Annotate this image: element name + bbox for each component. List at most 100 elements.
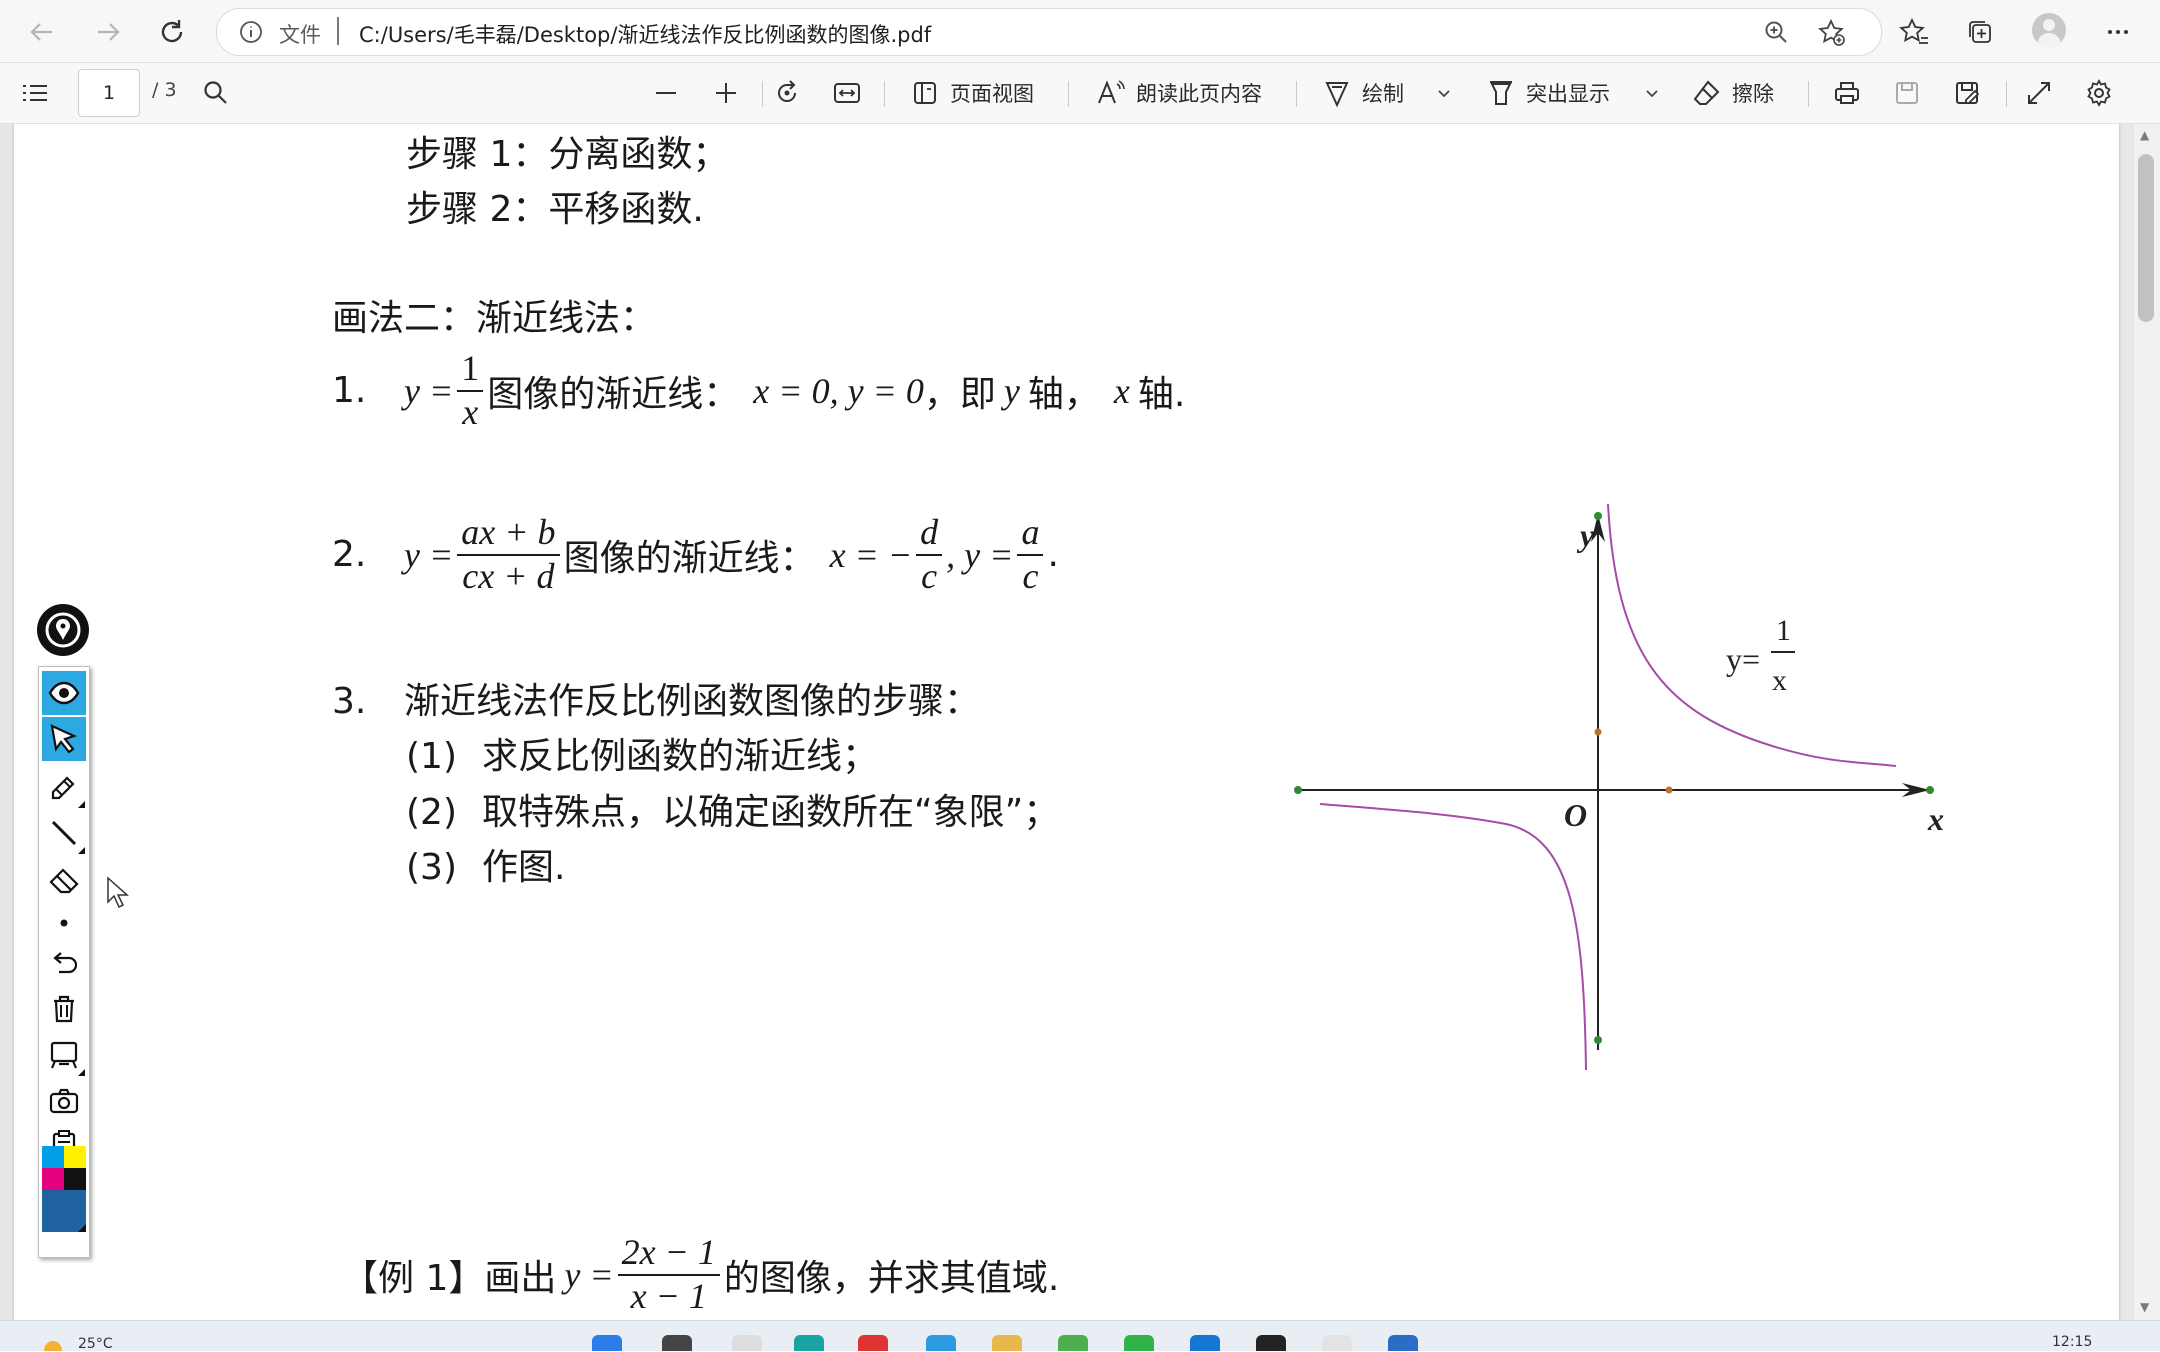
graph-point-y1: [1594, 728, 1602, 736]
taskbar-app-icon[interactable]: [858, 1335, 888, 1351]
delete-button[interactable]: [42, 987, 86, 1031]
back-button[interactable]: [20, 10, 64, 54]
zoom-in-icon[interactable]: [1763, 19, 1789, 45]
profile-avatar[interactable]: [2032, 13, 2066, 47]
info-icon[interactable]: [239, 20, 263, 44]
address-bar[interactable]: 文件 C:/Users/毛丰磊/Desktop/渐近线法作反比例函数的图像.pd…: [216, 8, 1882, 56]
address-divider: [337, 17, 339, 45]
step1-text: 步骤 1：分离函数；: [406, 134, 729, 175]
item2-fraction2: d c: [916, 513, 943, 596]
rotate-button[interactable]: [772, 63, 802, 123]
taskbar-edge-icon[interactable]: [794, 1335, 824, 1351]
annotation-toolbar: [38, 666, 90, 1258]
draw-options-dropdown[interactable]: [1434, 63, 1454, 123]
taskbar-search-icon[interactable]: [662, 1335, 692, 1351]
dot-size-button[interactable]: [42, 901, 86, 945]
pdf-page: 步骤 1：分离函数； 步骤 2：平移函数. 画法二：渐近线法： 1. y = 1…: [14, 124, 2119, 1320]
scrollbar-thumb[interactable]: [2138, 154, 2154, 322]
read-aloud-label: 朗读此页内容: [1136, 82, 1262, 106]
settings-button[interactable]: [2084, 63, 2114, 123]
line-tool-button[interactable]: [42, 811, 86, 855]
eraser-tool-button[interactable]: [42, 857, 86, 901]
collections-icon: [1969, 21, 1991, 43]
save-button[interactable]: [1892, 63, 1922, 123]
erase-button[interactable]: 擦除: [1692, 63, 1774, 123]
vertical-scrollbar[interactable]: ▲ ▼: [2134, 124, 2160, 1320]
taskbar-app-icon[interactable]: [1322, 1335, 1352, 1351]
hyperbola-graph: x y O y= 1 x: [1294, 503, 1944, 1071]
eye-icon: [48, 681, 80, 705]
undo-button[interactable]: [42, 943, 86, 987]
fullscreen-button[interactable]: [2024, 63, 2054, 123]
print-button[interactable]: [1832, 63, 1862, 123]
more-menu-button[interactable]: [2098, 12, 2138, 52]
item2-frac2-den: c: [921, 555, 938, 596]
chevron-down-icon: [1646, 90, 1658, 98]
scroll-up-icon[interactable]: ▲: [2140, 128, 2149, 142]
forward-button[interactable]: [86, 10, 130, 54]
item3-number: 3.: [332, 681, 367, 722]
item3-sub1: (1) 求反比例函数的渐近线；: [406, 727, 878, 779]
start-button[interactable]: [592, 1335, 622, 1351]
taskbar-app-icon[interactable]: [1256, 1335, 1286, 1351]
pen-tool-logo[interactable]: [37, 604, 89, 656]
taskbar-app-icon[interactable]: [732, 1335, 762, 1351]
item1-frac-num: 1: [457, 349, 484, 392]
erase-label: 擦除: [1732, 82, 1774, 106]
fit-width-icon: [834, 83, 860, 103]
taskbar-app-icon[interactable]: [1388, 1335, 1418, 1351]
example1-frac-den: x − 1: [630, 1275, 707, 1316]
find-button[interactable]: [202, 63, 230, 123]
item2-fraction: ax + b cx + d: [457, 513, 560, 596]
func-label-num: 1: [1776, 614, 1791, 647]
item1-y-eq: y =: [404, 370, 454, 411]
item1-y-var: y: [1003, 370, 1020, 411]
taskbar-app-icon[interactable]: [1190, 1335, 1220, 1351]
select-pointer-button[interactable]: [42, 717, 86, 761]
taskbar-app-icon[interactable]: [926, 1335, 956, 1351]
collections-button[interactable]: [1960, 12, 2000, 52]
chevron-down-icon: [1438, 90, 1450, 98]
y-axis-label: y: [1576, 517, 1595, 553]
line-icon: [51, 820, 77, 846]
zoom-in-button[interactable]: [712, 63, 740, 123]
taskbar-app-icon[interactable]: [1058, 1335, 1088, 1351]
color-palette-button[interactable]: [42, 1146, 86, 1232]
whiteboard-button[interactable]: [42, 1033, 86, 1077]
color-swatch-icon: [42, 1146, 86, 1232]
pen-tool-button[interactable]: [42, 765, 86, 809]
view-mode-button[interactable]: [42, 671, 86, 715]
fit-width-button[interactable]: [832, 63, 862, 123]
item2-y-eq: y =: [404, 534, 454, 575]
pen-icon: [51, 776, 75, 800]
draw-button[interactable]: 绘制: [1322, 63, 1404, 123]
weather-icon[interactable]: [40, 1337, 66, 1351]
taskbar-clock[interactable]: 12:15: [2052, 1334, 2092, 1350]
contents-button[interactable]: [20, 63, 50, 123]
scroll-down-icon[interactable]: ▼: [2140, 1300, 2149, 1314]
page-view-button[interactable]: 页面视图: [910, 63, 1034, 123]
address-url[interactable]: C:/Users/毛丰磊/Desktop/渐近线法作反比例函数的图像.pdf: [359, 19, 931, 49]
item1-frac-den: x: [462, 391, 479, 432]
taskbar-app-icon[interactable]: [1124, 1335, 1154, 1351]
favorites-button[interactable]: [1894, 12, 1934, 52]
refresh-button[interactable]: [150, 10, 194, 54]
read-aloud-icon: [1098, 80, 1125, 104]
add-favorite-icon[interactable]: [1817, 18, 1847, 48]
page-number-input[interactable]: 1: [78, 69, 140, 117]
windows-taskbar: 25°C 12:15: [0, 1320, 2160, 1352]
save-as-button[interactable]: [1952, 63, 1982, 123]
document-viewport[interactable]: 步骤 1：分离函数； 步骤 2：平移函数. 画法二：渐近线法： 1. y = 1…: [0, 124, 2160, 1320]
screenshot-button[interactable]: [42, 1079, 86, 1123]
printer-icon: [1835, 82, 1859, 104]
graph-point-top: [1594, 512, 1602, 520]
highlight-button[interactable]: 突出显示: [1486, 63, 1610, 123]
sub1-text: 求反比例函数的渐近线；: [482, 736, 879, 777]
read-aloud-button[interactable]: 朗读此页内容: [1096, 63, 1262, 123]
highlight-options-dropdown[interactable]: [1642, 63, 1662, 123]
item2-frac2-num: d: [916, 513, 943, 556]
taskbar-folder-icon[interactable]: [992, 1335, 1022, 1351]
origin-label: O: [1564, 797, 1587, 833]
sub1-number: (1): [406, 736, 457, 777]
zoom-out-button[interactable]: [652, 63, 680, 123]
